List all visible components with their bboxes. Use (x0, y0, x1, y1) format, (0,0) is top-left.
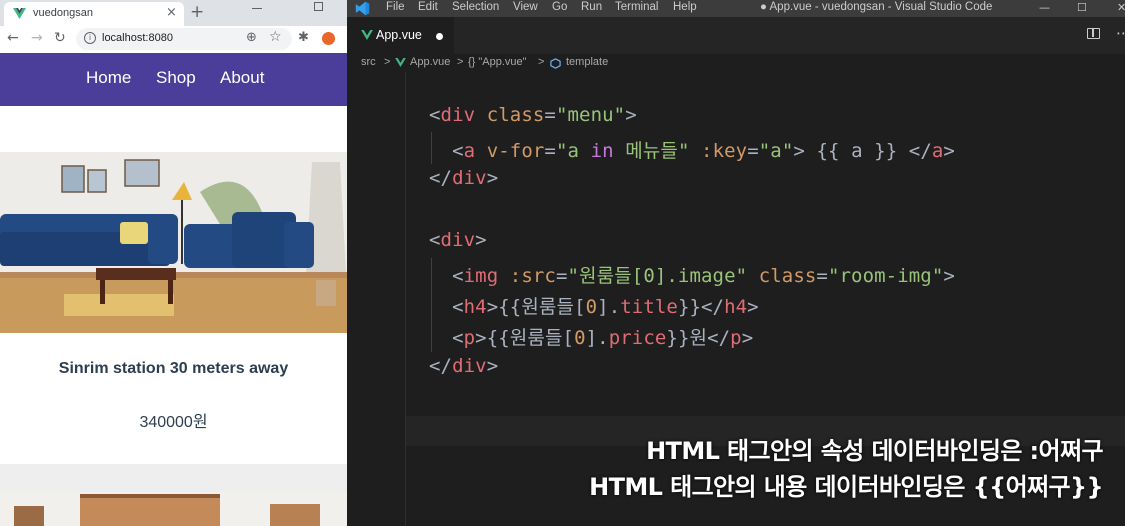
vscode-logo-icon (355, 1, 370, 16)
room-price: 340000원 (139, 414, 208, 431)
window-title: ● App.vue - vuedongsan - Visual Studio C… (760, 1, 993, 13)
vue-logo-icon (13, 8, 26, 19)
room-image-second (0, 492, 347, 526)
extensions-puzzle-icon[interactable]: ✱ (298, 30, 309, 45)
room-list-gap (0, 464, 347, 492)
caption-line-1: HTML 태그안의 속성 데이터바인딩은 :어쩌구 (646, 437, 1104, 465)
more-actions-icon[interactable]: ⋯ (1116, 24, 1125, 42)
code-line-a-vfor: <a v-for="a in 메뉴들" :key="a"> {{ a }} </… (452, 140, 955, 162)
forward-icon[interactable]: → (31, 30, 43, 46)
breadcrumb-separator: > (538, 56, 545, 68)
menu-selection[interactable]: Selection (452, 1, 499, 13)
vscode-titlebar: File Edit Selection View Go Run Terminal… (347, 0, 1125, 17)
browser-minimize-icon[interactable] (252, 8, 262, 9)
minimize-icon[interactable]: — (1039, 1, 1050, 14)
nav-link-shop[interactable]: Shop (156, 68, 196, 88)
vue-file-icon (361, 30, 373, 40)
menu-file[interactable]: File (386, 1, 405, 13)
site-info-icon[interactable]: i (84, 32, 96, 44)
menu-terminal[interactable]: Terminal (615, 1, 658, 13)
address-bar-url: localhost:8080 (102, 32, 173, 44)
browser-tab[interactable]: vuedongsan × (4, 2, 184, 26)
browser-maximize-icon[interactable] (314, 2, 323, 11)
browser-tab-title: vuedongsan (33, 7, 93, 19)
caption-line-2: HTML 태그안의 내용 데이터바인딩은 {{어쩌구}} (589, 473, 1103, 501)
menu-run[interactable]: Run (581, 1, 602, 13)
editor-tab-app-vue[interactable]: App.vue (347, 17, 454, 54)
browser-tabstrip: vuedongsan × + (0, 0, 347, 26)
template-symbol-icon (550, 58, 561, 69)
reload-icon[interactable]: ↻ (54, 30, 66, 46)
breadcrumb-template[interactable]: template (566, 56, 608, 68)
menu-view[interactable]: View (513, 1, 538, 13)
zoom-icon[interactable]: ⊕ (246, 30, 257, 45)
code-line-p: <p>{{원룸들[0].price}}원</p> (452, 327, 754, 349)
editor-gutter-border (405, 72, 406, 526)
bookmark-star-icon[interactable]: ☆ (269, 29, 282, 45)
code-line-div-open: <div> (429, 229, 487, 251)
menu-help[interactable]: Help (673, 1, 697, 13)
new-tab-icon[interactable]: + (190, 2, 204, 22)
browser-toolbar: ← → ↻ i localhost:8080 ⊕ ☆ ✱ (0, 26, 347, 53)
nav-link-about[interactable]: About (220, 68, 264, 88)
editor-tab-label: App.vue (376, 28, 422, 42)
split-editor-icon[interactable] (1087, 28, 1100, 39)
breadcrumb: src > App.vue > {} "App.vue" > template (347, 54, 1125, 72)
vscode-window: File Edit Selection View Go Run Terminal… (347, 0, 1125, 526)
extension-icon[interactable] (322, 32, 335, 45)
room-image (0, 152, 347, 333)
breadcrumb-module[interactable]: {} "App.vue" (468, 56, 527, 68)
unsaved-dot-icon[interactable] (436, 33, 443, 40)
menu-edit[interactable]: Edit (418, 1, 438, 13)
code-editor[interactable]: <div class="menu"> <a v-for="a in 메뉴들" :… (347, 72, 1125, 526)
close-icon[interactable]: ✕ (1117, 1, 1125, 14)
code-line-div-close: </div> (429, 167, 499, 189)
breadcrumb-separator: > (457, 56, 464, 68)
vue-file-icon (395, 58, 406, 67)
code-line-div-menu: <div class="menu"> (429, 104, 637, 126)
maximize-icon[interactable]: ☐ (1077, 1, 1087, 14)
tab-close-icon[interactable]: × (166, 5, 177, 20)
code-line-div-close-2: </div> (429, 355, 499, 377)
editor-tab-bar: App.vue ⋯ (347, 17, 1125, 54)
browser-window: vuedongsan × + ← → ↻ i localhost:8080 ⊕ … (0, 0, 347, 526)
room-title: Sinrim station 30 meters away (58, 360, 289, 377)
address-bar[interactable]: i localhost:8080 ⊕ ☆ (76, 28, 292, 50)
nav-link-home[interactable]: Home (86, 68, 131, 88)
back-icon[interactable]: ← (7, 30, 19, 46)
site-nav-bar: Home Shop About (0, 53, 347, 106)
breadcrumb-app-vue[interactable]: App.vue (410, 56, 450, 68)
breadcrumb-src[interactable]: src (361, 56, 376, 68)
code-line-img: <img :src="원룸들[0].image" class="room-img… (452, 265, 955, 287)
breadcrumb-separator: > (384, 56, 391, 68)
code-line-h4: <h4>{{원룸들[0].title}}</h4> (452, 296, 759, 318)
menu-go[interactable]: Go (552, 1, 567, 13)
